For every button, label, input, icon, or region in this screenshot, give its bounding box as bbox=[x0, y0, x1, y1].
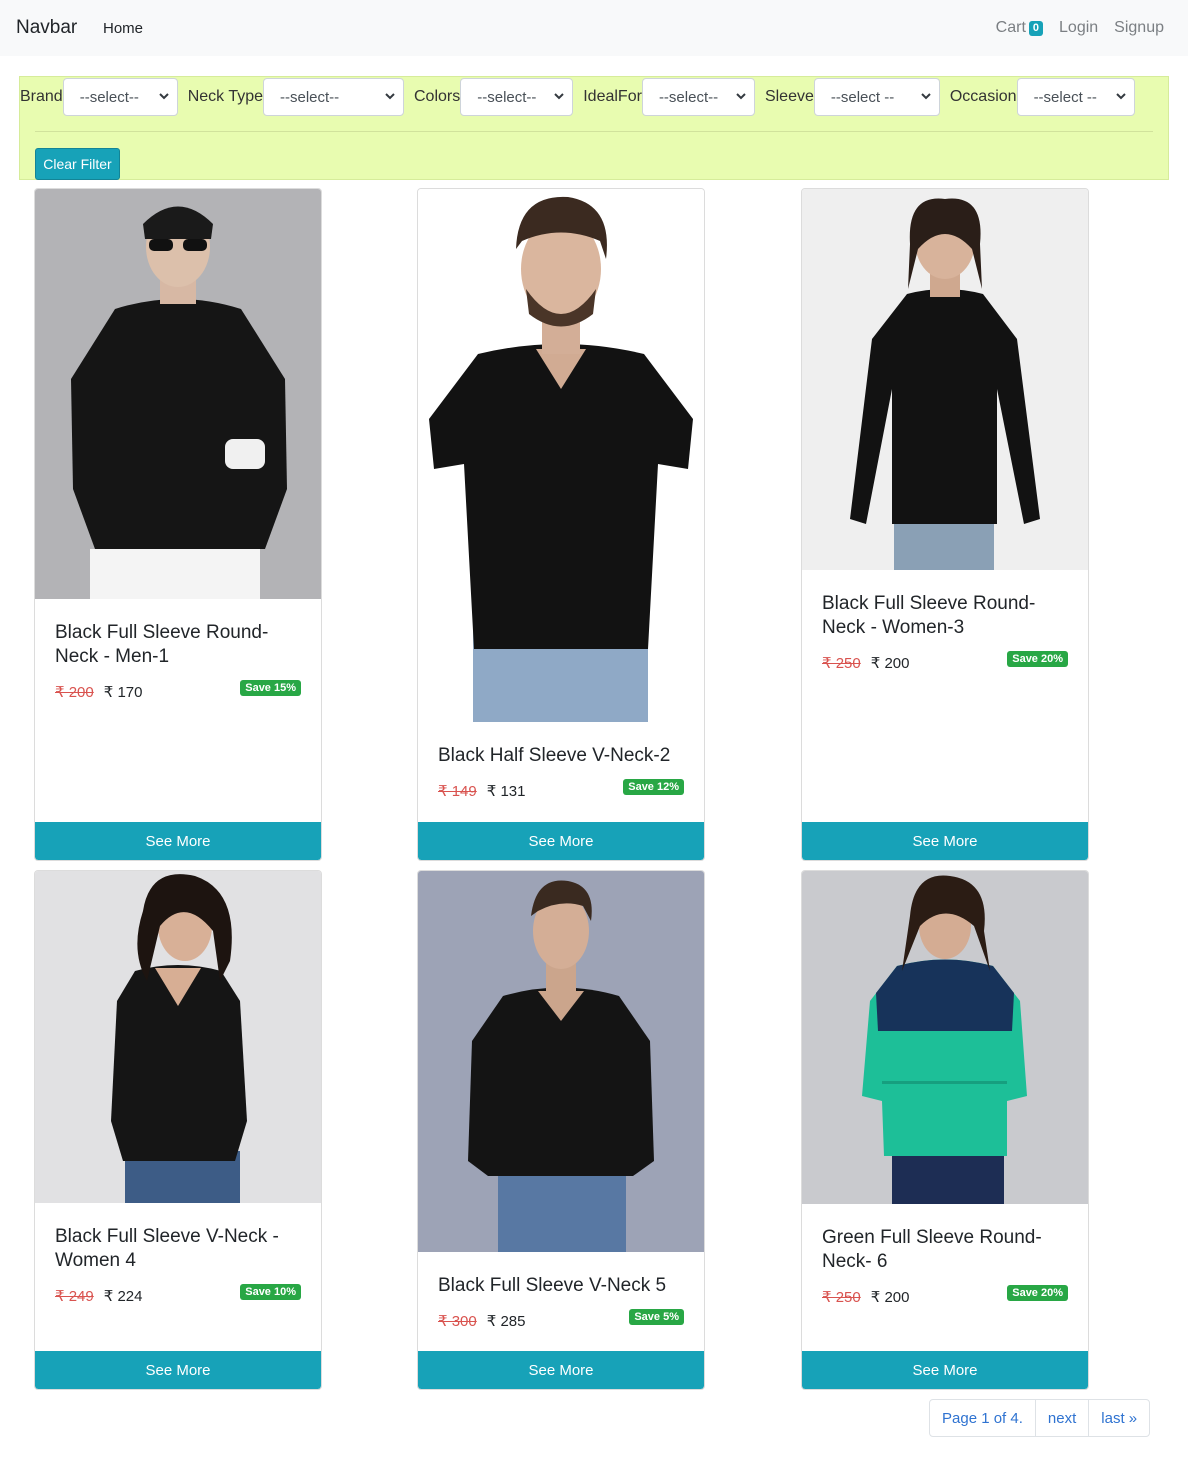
clear-filter-button[interactable]: Clear Filter bbox=[35, 148, 120, 180]
chevron-down-icon bbox=[921, 93, 931, 100]
product-title[interactable]: Black Full Sleeve V-Neck - Women 4 bbox=[55, 1225, 305, 1273]
sale-price: ₹ 200 bbox=[870, 655, 910, 672]
chevron-down-icon bbox=[1115, 93, 1126, 100]
occasion-select[interactable]: --select -- bbox=[1016, 78, 1135, 116]
neck-type-select[interactable]: --select-- bbox=[263, 78, 404, 116]
product-image[interactable] bbox=[802, 871, 1088, 1204]
original-price: ₹ 200 bbox=[55, 684, 94, 701]
product-price: ₹ 249 ₹ 224 bbox=[55, 1287, 143, 1305]
save-badge: Save 15% bbox=[240, 680, 301, 696]
idealfor-select-value: --select-- bbox=[658, 88, 719, 106]
sleeve-select[interactable]: --select -- bbox=[813, 78, 940, 116]
save-badge: Save 10% bbox=[240, 1284, 301, 1300]
occasion-select-value: --select -- bbox=[1033, 88, 1097, 106]
product-price: ₹ 250 ₹ 200 bbox=[822, 1288, 910, 1306]
see-more-button[interactable]: See More bbox=[35, 1351, 321, 1389]
product-price: ₹ 149 ₹ 131 bbox=[438, 782, 526, 800]
login-link[interactable]: Login bbox=[1059, 19, 1098, 37]
brand-select[interactable]: --select-- bbox=[62, 78, 178, 116]
pagination: Page 1 of 4. next last » bbox=[929, 1399, 1151, 1437]
navbar-brand[interactable]: Navbar bbox=[16, 17, 77, 39]
see-more-button[interactable]: See More bbox=[418, 822, 704, 860]
sale-price: ₹ 170 bbox=[103, 684, 143, 701]
save-badge: Save 20% bbox=[1007, 651, 1068, 667]
product-card: Black Full Sleeve Round-Neck - Men-1 ₹ 2… bbox=[34, 188, 322, 861]
last-page-link[interactable]: last » bbox=[1089, 1400, 1149, 1436]
occasion-filter-label: Occasion bbox=[949, 88, 1017, 105]
product-title[interactable]: Black Full Sleeve V-Neck 5 bbox=[438, 1274, 688, 1298]
see-more-button[interactable]: See More bbox=[35, 822, 321, 860]
signup-link[interactable]: Signup bbox=[1114, 19, 1164, 37]
save-badge: Save 12% bbox=[623, 779, 684, 795]
product-title[interactable]: Black Full Sleeve Round-Neck - Women-3 bbox=[822, 592, 1072, 640]
cart-link[interactable]: Cart 0 bbox=[995, 19, 1044, 37]
product-price: ₹ 200 ₹ 170 bbox=[55, 683, 143, 701]
save-badge: Save 5% bbox=[629, 1309, 684, 1325]
nav-home-link[interactable]: Home bbox=[103, 20, 143, 37]
product-image[interactable] bbox=[802, 189, 1088, 570]
original-price: ₹ 249 bbox=[55, 1288, 94, 1305]
original-price: ₹ 250 bbox=[822, 655, 861, 672]
neck-type-select-value: --select-- bbox=[280, 88, 340, 106]
product-card: Black Full Sleeve V-Neck 5 ₹ 300 ₹ 285 S… bbox=[417, 870, 705, 1390]
product-card: Black Half Sleeve V-Neck-2 ₹ 149 ₹ 131 S… bbox=[417, 188, 705, 861]
filter-panel: Brand --select-- Neck Type --select-- Co… bbox=[19, 76, 1169, 180]
filter-row: Brand --select-- Neck Type --select-- Co… bbox=[20, 77, 1145, 117]
filter-divider bbox=[35, 131, 1153, 132]
colors-filter-label: Colors bbox=[414, 88, 461, 105]
product-image[interactable] bbox=[35, 189, 321, 599]
chevron-down-icon bbox=[736, 93, 746, 100]
sale-price: ₹ 131 bbox=[486, 783, 526, 800]
sleeve-filter-label: Sleeve bbox=[764, 88, 814, 105]
neck-type-filter-label: Neck Type bbox=[187, 88, 263, 105]
sale-price: ₹ 224 bbox=[103, 1288, 143, 1305]
sale-price: ₹ 200 bbox=[870, 1289, 910, 1306]
product-price: ₹ 250 ₹ 200 bbox=[822, 654, 910, 672]
idealfor-select[interactable]: --select-- bbox=[641, 78, 755, 116]
brand-filter-label: Brand bbox=[20, 88, 63, 105]
cart-label: Cart bbox=[995, 19, 1026, 36]
product-image[interactable] bbox=[418, 871, 704, 1252]
product-card: Green Full Sleeve Round-Neck- 6 ₹ 250 ₹ … bbox=[801, 870, 1089, 1390]
chevron-down-icon bbox=[158, 93, 169, 100]
product-card: Black Full Sleeve Round-Neck - Women-3 ₹… bbox=[801, 188, 1089, 861]
product-title[interactable]: Black Full Sleeve Round-Neck - Men-1 bbox=[55, 621, 305, 669]
sleeve-select-value: --select -- bbox=[830, 88, 895, 106]
idealfor-filter-label: IdealFor bbox=[583, 88, 642, 105]
product-image[interactable] bbox=[35, 871, 321, 1203]
page-info: Page 1 of 4. bbox=[930, 1400, 1036, 1436]
original-price: ₹ 250 bbox=[822, 1289, 861, 1306]
product-price: ₹ 300 ₹ 285 bbox=[438, 1312, 526, 1330]
nav-right-links: Cart 0 Login Signup bbox=[996, 19, 1164, 37]
see-more-button[interactable]: See More bbox=[802, 822, 1088, 860]
original-price: ₹ 149 bbox=[438, 783, 477, 800]
see-more-button[interactable]: See More bbox=[802, 1351, 1088, 1389]
colors-select[interactable]: --select-- bbox=[460, 78, 574, 116]
next-page-link[interactable]: next bbox=[1036, 1400, 1090, 1436]
navbar: Navbar Home Cart 0 Login Signup bbox=[0, 0, 1188, 56]
product-card: Black Full Sleeve V-Neck - Women 4 ₹ 249… bbox=[34, 870, 322, 1390]
chevron-down-icon bbox=[385, 93, 395, 100]
product-image[interactable] bbox=[418, 189, 704, 722]
sale-price: ₹ 285 bbox=[486, 1313, 526, 1330]
colors-select-value: --select-- bbox=[477, 88, 537, 106]
brand-select-value: --select-- bbox=[79, 88, 139, 106]
save-badge: Save 20% bbox=[1007, 1285, 1068, 1301]
see-more-button[interactable]: See More bbox=[418, 1351, 704, 1389]
product-title[interactable]: Black Half Sleeve V-Neck-2 bbox=[438, 744, 688, 768]
product-title[interactable]: Green Full Sleeve Round-Neck- 6 bbox=[822, 1226, 1072, 1274]
chevron-down-icon bbox=[554, 93, 564, 100]
original-price: ₹ 300 bbox=[438, 1313, 477, 1330]
cart-count-badge: 0 bbox=[1028, 20, 1044, 36]
